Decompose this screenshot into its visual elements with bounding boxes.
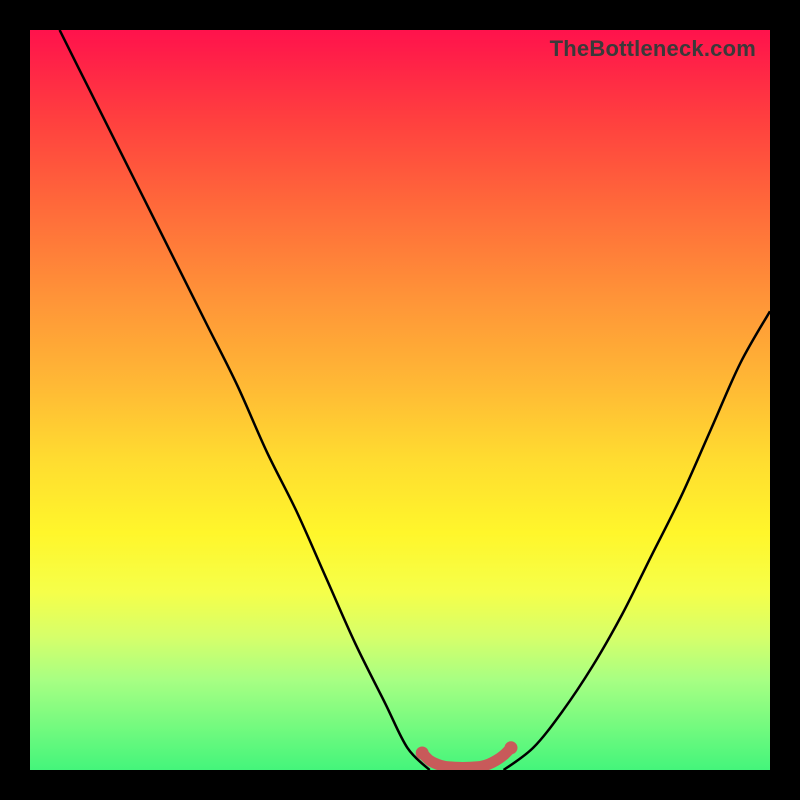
- chart-container: TheBottleneck.com: [0, 0, 800, 800]
- plot-area: TheBottleneck.com: [30, 30, 770, 770]
- right-curve: [504, 311, 770, 770]
- valley-mark-dot-right: [505, 741, 518, 754]
- curves-svg: [30, 30, 770, 770]
- valley-mark-dot-left: [416, 746, 429, 759]
- left-curve: [60, 30, 430, 770]
- valley-mark: [422, 748, 511, 768]
